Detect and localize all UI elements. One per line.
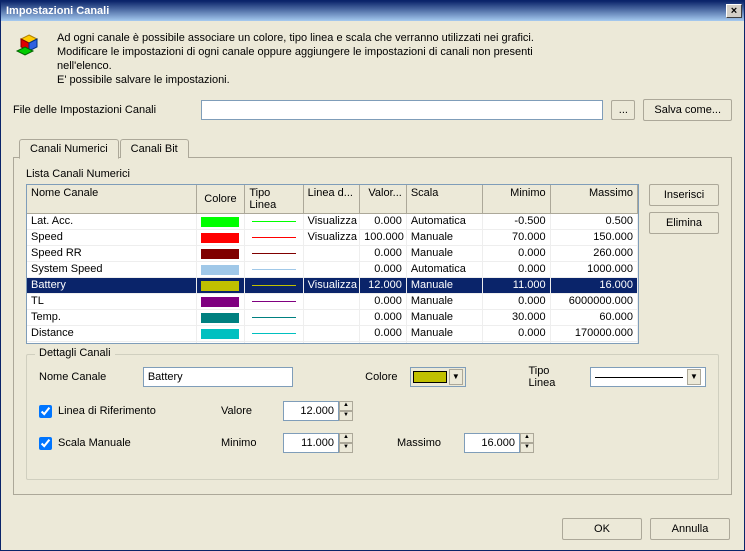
delete-button[interactable]: Elimina <box>649 212 719 234</box>
tab-numeric-channels[interactable]: Canali Numerici <box>19 139 119 159</box>
grid-area: Nome Canale Colore Tipo Linea Linea d...… <box>26 184 719 344</box>
table-row[interactable]: TL0.000Manuale0.0006000000.000 <box>27 294 638 310</box>
titlebar: Impostazioni Canali × <box>1 1 744 21</box>
color-picker[interactable]: ▼ <box>410 367 466 387</box>
linetype-label: Tipo Linea <box>528 365 577 389</box>
max-input[interactable] <box>464 433 520 453</box>
col-linedref[interactable]: Linea d... <box>304 185 360 214</box>
details-legend: Dettagli Canali <box>35 347 115 359</box>
table-row[interactable]: Distance0.000Manuale0.000170000.000 <box>27 326 638 342</box>
footer: OK Annulla <box>1 508 744 550</box>
content-area: Ad ogni canale è possibile associare un … <box>1 21 744 508</box>
spin-up-icon[interactable]: ▲ <box>520 433 534 443</box>
intro-line: nell'elenco. <box>57 59 534 73</box>
min-label: Minimo <box>221 437 271 449</box>
min-spinner[interactable]: ▲▼ <box>283 433 353 453</box>
col-scale[interactable]: Scala <box>407 185 483 214</box>
intro-text: Ad ogni canale è possibile associare un … <box>57 31 534 87</box>
col-min[interactable]: Minimo <box>483 185 551 214</box>
table-row[interactable]: Speed RR0.000Manuale0.000260.000 <box>27 246 638 262</box>
col-max[interactable]: Massimo <box>551 185 638 214</box>
table-row[interactable]: Temp.0.000Manuale30.00060.000 <box>27 310 638 326</box>
grid-body[interactable]: Lat. Acc.Visualizza0.000Automatica-0.500… <box>27 214 638 343</box>
intro-line: Ad ogni canale è possibile associare un … <box>57 31 534 45</box>
save-as-button[interactable]: Salva come... <box>643 99 732 121</box>
spin-down-icon[interactable]: ▼ <box>520 443 534 453</box>
settings-file-label: File delle Impostazioni Canali <box>13 104 193 116</box>
settings-file-row: File delle Impostazioni Canali ... Salva… <box>13 99 732 121</box>
scale-manual-label: Scala Manuale <box>58 437 131 449</box>
refline-check-input[interactable] <box>39 405 52 418</box>
scale-manual-checkbox[interactable]: Scala Manuale <box>39 437 209 450</box>
table-row[interactable]: System Speed0.000Automatica0.0001000.000 <box>27 262 638 278</box>
tab-bit-channels[interactable]: Canali Bit <box>120 139 189 158</box>
scale-check-input[interactable] <box>39 437 52 450</box>
chevron-down-icon[interactable]: ▼ <box>687 369 701 385</box>
refline-checkbox[interactable]: Linea di Riferimento <box>39 405 209 418</box>
value-input[interactable] <box>283 401 339 421</box>
intro-line: Modificare le impostazioni di ogni canal… <box>57 45 534 59</box>
value-spinner[interactable]: ▲▼ <box>283 401 353 421</box>
color-label: Colore <box>365 371 397 383</box>
tabs: Canali Numerici Canali Bit <box>19 139 732 158</box>
intro-line: E' possibile salvare le impostazioni. <box>57 73 534 87</box>
dialog-window: Impostazioni Canali × Ad ogni canale è p… <box>0 0 745 551</box>
window-title: Impostazioni Canali <box>6 5 726 17</box>
details-groupbox: Dettagli Canali Nome Canale Colore ▼ Tip… <box>26 354 719 480</box>
line-sample <box>595 377 683 378</box>
color-swatch <box>413 371 447 383</box>
value-label: Valore <box>221 405 271 417</box>
table-row[interactable]: BatteryVisualizza12.000Manuale11.00016.0… <box>27 278 638 294</box>
table-row[interactable]: Speed FL0.000Automatica0.0001000.000 <box>27 342 638 343</box>
max-spinner[interactable]: ▲▼ <box>464 433 534 453</box>
min-input[interactable] <box>283 433 339 453</box>
list-title: Lista Canali Numerici <box>26 168 719 180</box>
spin-up-icon[interactable]: ▲ <box>339 401 353 411</box>
details-row-1: Nome Canale Colore ▼ Tipo Linea ▼ <box>39 365 706 389</box>
max-label: Massimo <box>397 437 452 449</box>
col-linetype[interactable]: Tipo Linea <box>245 185 303 214</box>
close-icon[interactable]: × <box>726 4 742 18</box>
col-valref[interactable]: Valor... <box>360 185 407 214</box>
table-row[interactable]: Lat. Acc.Visualizza0.000Automatica-0.500… <box>27 214 638 230</box>
insert-button[interactable]: Inserisci <box>649 184 719 206</box>
channels-grid[interactable]: Nome Canale Colore Tipo Linea Linea d...… <box>26 184 639 344</box>
browse-button[interactable]: ... <box>611 100 635 120</box>
ok-button[interactable]: OK <box>562 518 642 540</box>
details-row-2: Linea di Riferimento Valore ▲▼ <box>39 401 706 421</box>
settings-file-path[interactable] <box>201 100 603 120</box>
col-name[interactable]: Nome Canale <box>27 185 197 214</box>
spin-up-icon[interactable]: ▲ <box>339 433 353 443</box>
spin-down-icon[interactable]: ▼ <box>339 411 353 421</box>
tab-panel: Lista Canali Numerici Nome Canale Colore… <box>13 157 732 495</box>
grid-side-buttons: Inserisci Elimina <box>649 184 719 344</box>
cubes-icon <box>13 33 45 65</box>
details-row-3: Scala Manuale Minimo ▲▼ Massimo ▲▼ <box>39 433 706 453</box>
cancel-button[interactable]: Annulla <box>650 518 730 540</box>
spin-down-icon[interactable]: ▼ <box>339 443 353 453</box>
linetype-picker[interactable]: ▼ <box>590 367 706 387</box>
grid-header: Nome Canale Colore Tipo Linea Linea d...… <box>27 185 638 214</box>
intro-block: Ad ogni canale è possibile associare un … <box>13 31 732 87</box>
chevron-down-icon[interactable]: ▼ <box>449 369 463 385</box>
table-row[interactable]: SpeedVisualizza100.000Manuale70.000150.0… <box>27 230 638 246</box>
name-label: Nome Canale <box>39 371 131 383</box>
channel-name-input[interactable] <box>143 367 293 387</box>
col-color[interactable]: Colore <box>197 185 246 214</box>
refline-label: Linea di Riferimento <box>58 405 156 417</box>
